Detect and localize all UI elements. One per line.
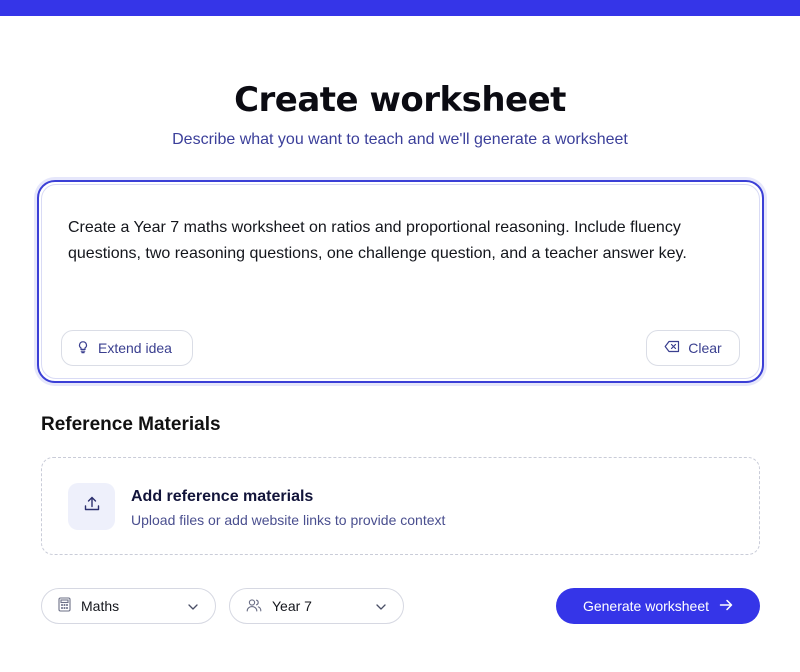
page-title: Create worksheet xyxy=(234,80,566,120)
chevron-down-icon xyxy=(375,598,387,614)
upload-tile xyxy=(68,483,115,530)
dropzone-subtitle: Upload files or add website links to pro… xyxy=(131,512,446,528)
generate-worksheet-label: Generate worksheet xyxy=(582,598,710,614)
prompt-inner-border: Create a Year 7 maths worksheet on ratio… xyxy=(41,184,760,379)
chevron-down-icon xyxy=(187,598,199,614)
clear-label: Clear xyxy=(688,340,722,356)
prompt-textarea[interactable]: Create a Year 7 maths worksheet on ratio… xyxy=(68,215,708,267)
reference-dropzone[interactable]: Add reference materials Upload files or … xyxy=(41,457,760,555)
subject-select-value: Maths xyxy=(81,598,120,614)
lightbulb-icon xyxy=(76,340,90,357)
generate-worksheet-button[interactable]: Generate worksheet xyxy=(556,588,760,624)
dropzone-title: Add reference materials xyxy=(131,488,314,505)
users-icon xyxy=(246,598,262,615)
top-accent-bar xyxy=(0,0,800,16)
extend-idea-button[interactable]: Extend idea xyxy=(61,330,193,366)
calculator-icon xyxy=(58,597,71,615)
upload-icon xyxy=(83,495,101,518)
extend-idea-label: Extend idea xyxy=(98,340,172,356)
subject-select[interactable]: Maths xyxy=(41,588,216,624)
reference-materials-heading: Reference Materials xyxy=(41,414,221,435)
arrow-right-icon xyxy=(719,598,733,614)
prompt-card: Create a Year 7 maths worksheet on ratio… xyxy=(37,180,764,383)
page-subtitle: Describe what you want to teach and we'l… xyxy=(172,131,628,148)
backspace-icon xyxy=(664,340,680,356)
year-select[interactable]: Year 7 xyxy=(229,588,404,624)
clear-button[interactable]: Clear xyxy=(646,330,740,366)
year-select-value: Year 7 xyxy=(272,598,312,614)
